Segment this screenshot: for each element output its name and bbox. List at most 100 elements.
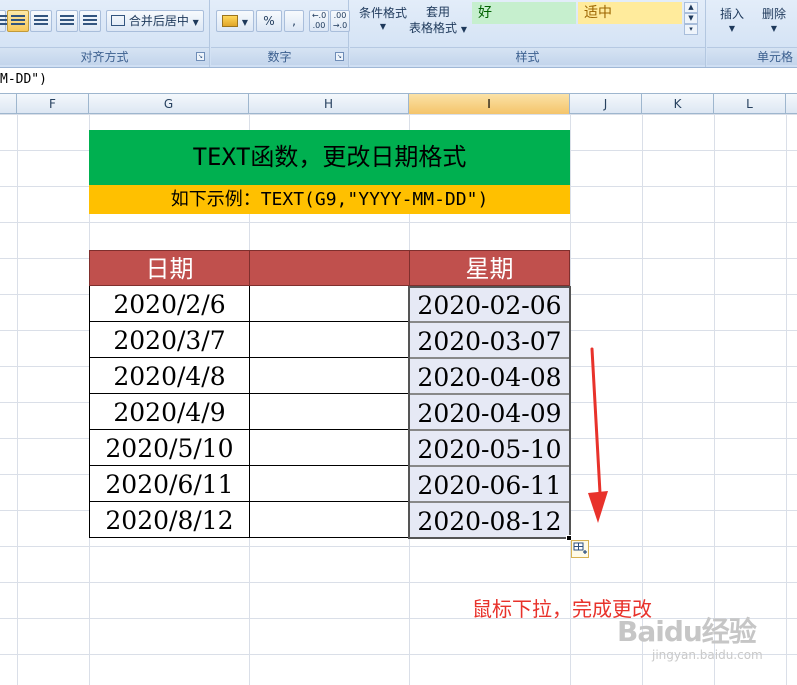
styles-group: 条件格式 ▼ 套用 表格格式 ▼ 好 适中 ▲ ▼ ▾ 样式 — [350, 0, 706, 67]
currency-icon — [222, 15, 238, 27]
chevron-down-icon: ▼ — [379, 22, 387, 31]
sheet-title-cell[interactable]: TEXT函数，更改日期格式 — [89, 130, 570, 185]
cells-group-label: 单元格 — [707, 47, 797, 65]
styles-more-button[interactable]: ▾ — [684, 24, 698, 35]
empty-cell[interactable] — [249, 394, 410, 430]
decrease-indent-icon — [60, 15, 74, 27]
styles-scroll-up-button[interactable]: ▲ — [684, 2, 698, 13]
chevron-up-icon: ▲ — [688, 3, 694, 11]
table-format-label-1: 套用 — [425, 5, 450, 19]
date-cell[interactable]: 2020/8/12 — [89, 502, 250, 538]
column-header-k[interactable]: K — [642, 94, 714, 114]
date-cell[interactable]: 2020/2/6 — [89, 286, 250, 322]
column-header-j[interactable]: J — [570, 94, 642, 114]
alignment-group-label: 对齐方式 — [0, 47, 209, 65]
comma-style-button[interactable]: , — [284, 10, 304, 32]
style-good-label: 好 — [478, 5, 492, 21]
decrease-decimal-icon: .00 →.0 — [332, 11, 348, 30]
down-arrow-icon — [588, 347, 608, 523]
date-cell[interactable]: 2020/5/10 — [89, 430, 250, 466]
column-header-i[interactable]: I — [409, 94, 570, 114]
column-header-l[interactable]: L — [714, 94, 786, 114]
header-empty-cell[interactable] — [249, 250, 410, 286]
date-cell[interactable]: 2020/4/9 — [89, 394, 250, 430]
styles-group-label: 样式 — [350, 47, 705, 65]
formatted-date-cell[interactable]: 2020-04-09 — [409, 394, 570, 430]
empty-cell[interactable] — [249, 286, 410, 322]
alignment-group: 合并后居中 ▼ 对齐方式 ↘ — [0, 0, 210, 67]
merge-center-label: 合并后居中 — [128, 14, 189, 28]
style-good[interactable]: 好 — [472, 2, 576, 24]
autofill-options-icon — [573, 542, 587, 554]
formatted-date-cell[interactable]: 2020-02-06 — [409, 286, 570, 322]
date-cell[interactable]: 2020/6/11 — [89, 466, 250, 502]
align-right-button[interactable] — [30, 10, 52, 32]
cells-group: 插入 ▼ 删除 ▼ 单元格 — [707, 0, 797, 67]
chevron-down-icon: ▼ — [192, 18, 199, 27]
chevron-down-icon: ▼ — [241, 18, 248, 27]
formula-text[interactable]: M-DD") — [0, 72, 47, 87]
chevron-down-icon: ▼ — [688, 14, 694, 22]
decrease-decimal-button[interactable]: .00 →.0 — [330, 10, 350, 32]
formatted-date-cell[interactable]: 2020-03-07 — [409, 322, 570, 358]
watermark-logo: Baidu经验 — [617, 615, 757, 648]
empty-cell[interactable] — [249, 358, 410, 394]
align-right-icon — [34, 15, 48, 27]
accounting-format-button[interactable]: ▼ — [216, 10, 254, 32]
merge-center-button[interactable]: 合并后居中 ▼ — [106, 10, 204, 32]
align-center-icon — [11, 15, 25, 27]
insert-button[interactable]: 插入 ▼ — [715, 4, 749, 42]
watermark-url: jingyan.baidu.com — [652, 648, 763, 662]
column-header-h[interactable]: H — [249, 94, 409, 114]
formatted-date-cell[interactable]: 2020-08-12 — [409, 502, 570, 538]
formatted-date-cell[interactable]: 2020-06-11 — [409, 466, 570, 502]
table-format-label-2: 表格格式 — [409, 21, 458, 35]
merge-center-icon — [111, 15, 125, 26]
formatted-date-cell[interactable]: 2020-04-08 — [409, 358, 570, 394]
more-icon: ▾ — [689, 25, 693, 33]
percent-style-button[interactable]: % — [256, 10, 282, 32]
chevron-down-icon: ▼ — [460, 25, 467, 34]
increase-indent-icon — [83, 15, 97, 27]
alignment-dialog-launcher[interactable]: ↘ — [196, 52, 205, 61]
comma-icon: , — [292, 14, 296, 28]
header-weekday-cell[interactable]: 星期 — [409, 250, 570, 286]
number-group-label: 数字 — [211, 47, 348, 65]
conditional-format-label: 条件格式 — [358, 6, 407, 20]
chevron-down-icon: ▼ — [770, 24, 778, 33]
column-header-f[interactable]: F — [17, 94, 89, 114]
header-date-cell[interactable]: 日期 — [89, 250, 250, 286]
empty-cell[interactable] — [249, 430, 410, 466]
date-cell[interactable]: 2020/4/8 — [89, 358, 250, 394]
formatted-date-cell[interactable]: 2020-05-10 — [409, 430, 570, 466]
autofill-options-button[interactable] — [571, 540, 589, 558]
increase-indent-button[interactable] — [79, 10, 101, 32]
formula-bar[interactable]: M-DD") — [0, 68, 797, 94]
styles-scroll-down-button[interactable]: ▼ — [684, 13, 698, 24]
increase-decimal-button[interactable]: ←.0.00 — [309, 10, 329, 32]
delete-button[interactable]: 删除 ▼ — [757, 4, 791, 42]
number-group: ▼ % , ←.0.00 .00 →.0 数字 ↘ — [211, 0, 350, 67]
sheet-subtitle-cell[interactable]: 如下示例：TEXT(G9,"YYYY-MM-DD") — [89, 185, 570, 214]
column-header-g[interactable]: G — [89, 94, 249, 114]
increase-decimal-icon: ←.0.00 — [311, 11, 327, 30]
decrease-indent-button[interactable] — [56, 10, 78, 32]
date-cell[interactable]: 2020/3/7 — [89, 322, 250, 358]
ribbon: 合并后居中 ▼ 对齐方式 ↘ ▼ % , ←.0.00 .00 →.0 数字 ↘ … — [0, 0, 797, 68]
column-headers: F G H I J K L — [0, 94, 797, 114]
chevron-down-icon: ▼ — [728, 24, 736, 33]
empty-cell[interactable] — [249, 466, 410, 502]
insert-label: 插入 — [719, 7, 744, 21]
percent-icon: % — [263, 14, 275, 28]
table-format-button[interactable]: 套用 表格格式 ▼ — [408, 4, 468, 44]
empty-cell[interactable] — [249, 322, 410, 358]
align-center-button[interactable] — [7, 10, 29, 32]
conditional-format-button[interactable]: 条件格式 ▼ — [354, 4, 412, 44]
style-neutral[interactable]: 适中 — [578, 2, 682, 24]
delete-label: 删除 — [761, 7, 786, 21]
style-neutral-label: 适中 — [584, 5, 612, 21]
number-dialog-launcher[interactable]: ↘ — [335, 52, 344, 61]
column-header-e[interactable] — [0, 94, 17, 114]
empty-cell[interactable] — [249, 502, 410, 538]
align-left-button[interactable] — [0, 10, 11, 32]
